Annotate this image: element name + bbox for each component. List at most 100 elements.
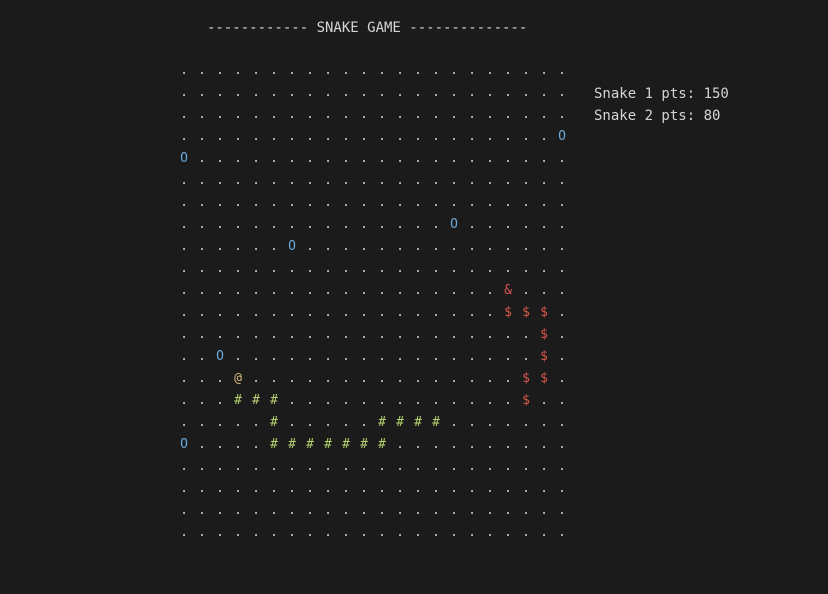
- board-cell-empty: .: [558, 415, 566, 430]
- board-cell-empty: .: [432, 525, 440, 540]
- board-cell-empty: .: [540, 217, 548, 232]
- board-cell-empty: .: [378, 525, 386, 540]
- board-cell-empty: .: [540, 481, 548, 496]
- board-cell-empty: .: [378, 371, 386, 386]
- board-cell-empty: .: [180, 283, 188, 298]
- board-cell-empty: .: [306, 349, 314, 364]
- board-cell-empty: .: [360, 481, 368, 496]
- board-cell-empty: .: [252, 503, 260, 518]
- board-cell-empty: .: [216, 151, 224, 166]
- board-cell-empty: .: [342, 129, 350, 144]
- board-cell-empty: .: [504, 151, 512, 166]
- board-cell-empty: .: [414, 129, 422, 144]
- board-cell-empty: .: [450, 459, 458, 474]
- food-pellet-icon: O: [180, 151, 188, 166]
- board-cell-empty: .: [558, 305, 566, 320]
- board-cell-empty: .: [342, 239, 350, 254]
- board-cell-empty: .: [540, 107, 548, 122]
- board-cell-empty: .: [432, 349, 440, 364]
- board-cell-empty: .: [234, 107, 242, 122]
- board-cell-empty: .: [288, 85, 296, 100]
- snake2-score: Snake 2 pts: 80: [594, 108, 721, 124]
- board-cell-empty: .: [450, 261, 458, 276]
- board-cell-empty: .: [468, 129, 476, 144]
- board-cell-empty: .: [252, 239, 260, 254]
- board-cell-empty: .: [342, 459, 350, 474]
- board-cell-empty: .: [342, 195, 350, 210]
- board-cell-empty: .: [522, 481, 530, 496]
- board-cell-empty: .: [468, 305, 476, 320]
- board-cell-empty: .: [468, 415, 476, 430]
- board-cell-empty: .: [342, 305, 350, 320]
- board-cell-empty: .: [378, 151, 386, 166]
- board-cell-empty: .: [306, 327, 314, 342]
- board-cell-empty: .: [396, 437, 404, 452]
- board-cell-empty: .: [306, 525, 314, 540]
- board-cell-empty: .: [540, 151, 548, 166]
- board-cell-empty: .: [432, 459, 440, 474]
- board-cell-empty: .: [360, 217, 368, 232]
- board-cell-empty: .: [252, 415, 260, 430]
- board-cell-empty: .: [414, 481, 422, 496]
- board-cell-empty: .: [432, 107, 440, 122]
- board-cell-empty: .: [270, 217, 278, 232]
- board-cell-empty: .: [342, 371, 350, 386]
- board-cell-empty: .: [414, 459, 422, 474]
- board-cell-empty: .: [216, 305, 224, 320]
- board-cell-empty: .: [288, 195, 296, 210]
- scoreboard: Snake 1 pts: 150 Snake 2 pts: 80: [594, 83, 729, 127]
- board-cell-empty: .: [180, 85, 188, 100]
- board-cell-empty: .: [504, 503, 512, 518]
- board-cell-empty: .: [306, 459, 314, 474]
- board-cell-empty: .: [450, 151, 458, 166]
- board-cell-empty: .: [558, 239, 566, 254]
- board-cell-empty: .: [486, 349, 494, 364]
- board-cell-empty: .: [432, 195, 440, 210]
- board-cell-empty: .: [486, 393, 494, 408]
- board-cell-empty: .: [414, 327, 422, 342]
- board-cell-empty: .: [288, 217, 296, 232]
- board-cell-empty: .: [486, 85, 494, 100]
- board-cell-empty: .: [486, 283, 494, 298]
- board-cell-empty: .: [558, 327, 566, 342]
- snake1-body-icon: #: [288, 437, 296, 452]
- board-cell-empty: .: [558, 261, 566, 276]
- board-cell-empty: .: [270, 173, 278, 188]
- board-cell-empty: .: [180, 327, 188, 342]
- board-cell-empty: .: [522, 63, 530, 78]
- board-cell-empty: .: [504, 349, 512, 364]
- board-cell-empty: .: [414, 393, 422, 408]
- snake1-body-icon: #: [270, 393, 278, 408]
- board-cell-empty: .: [432, 437, 440, 452]
- board-cell-empty: .: [306, 481, 314, 496]
- board-cell-empty: .: [468, 437, 476, 452]
- board-cell-empty: .: [180, 195, 188, 210]
- board-cell-empty: .: [432, 217, 440, 232]
- board-cell-empty: .: [270, 85, 278, 100]
- board-cell-empty: .: [450, 107, 458, 122]
- board-cell-empty: .: [540, 63, 548, 78]
- board-cell-empty: .: [234, 63, 242, 78]
- board-cell-empty: .: [396, 503, 404, 518]
- board-cell-empty: .: [306, 217, 314, 232]
- board-cell-empty: .: [360, 107, 368, 122]
- board-cell-empty: .: [468, 195, 476, 210]
- board-cell-empty: .: [270, 481, 278, 496]
- board-cell-empty: .: [540, 459, 548, 474]
- board-cell-empty: .: [288, 261, 296, 276]
- board-cell-empty: .: [360, 525, 368, 540]
- board-cell-empty: .: [342, 261, 350, 276]
- board-cell-empty: .: [522, 459, 530, 474]
- board-cell-empty: .: [450, 195, 458, 210]
- board-cell-empty: .: [432, 261, 440, 276]
- board-cell-empty: .: [378, 481, 386, 496]
- board-cell-empty: .: [432, 393, 440, 408]
- board-cell-empty: .: [558, 481, 566, 496]
- board-cell-empty: .: [486, 173, 494, 188]
- board-cell-empty: .: [180, 503, 188, 518]
- board-cell-empty: .: [216, 261, 224, 276]
- board-cell-empty: .: [486, 239, 494, 254]
- board-cell-empty: .: [324, 63, 332, 78]
- board-cell-empty: .: [432, 63, 440, 78]
- board-cell-empty: .: [288, 349, 296, 364]
